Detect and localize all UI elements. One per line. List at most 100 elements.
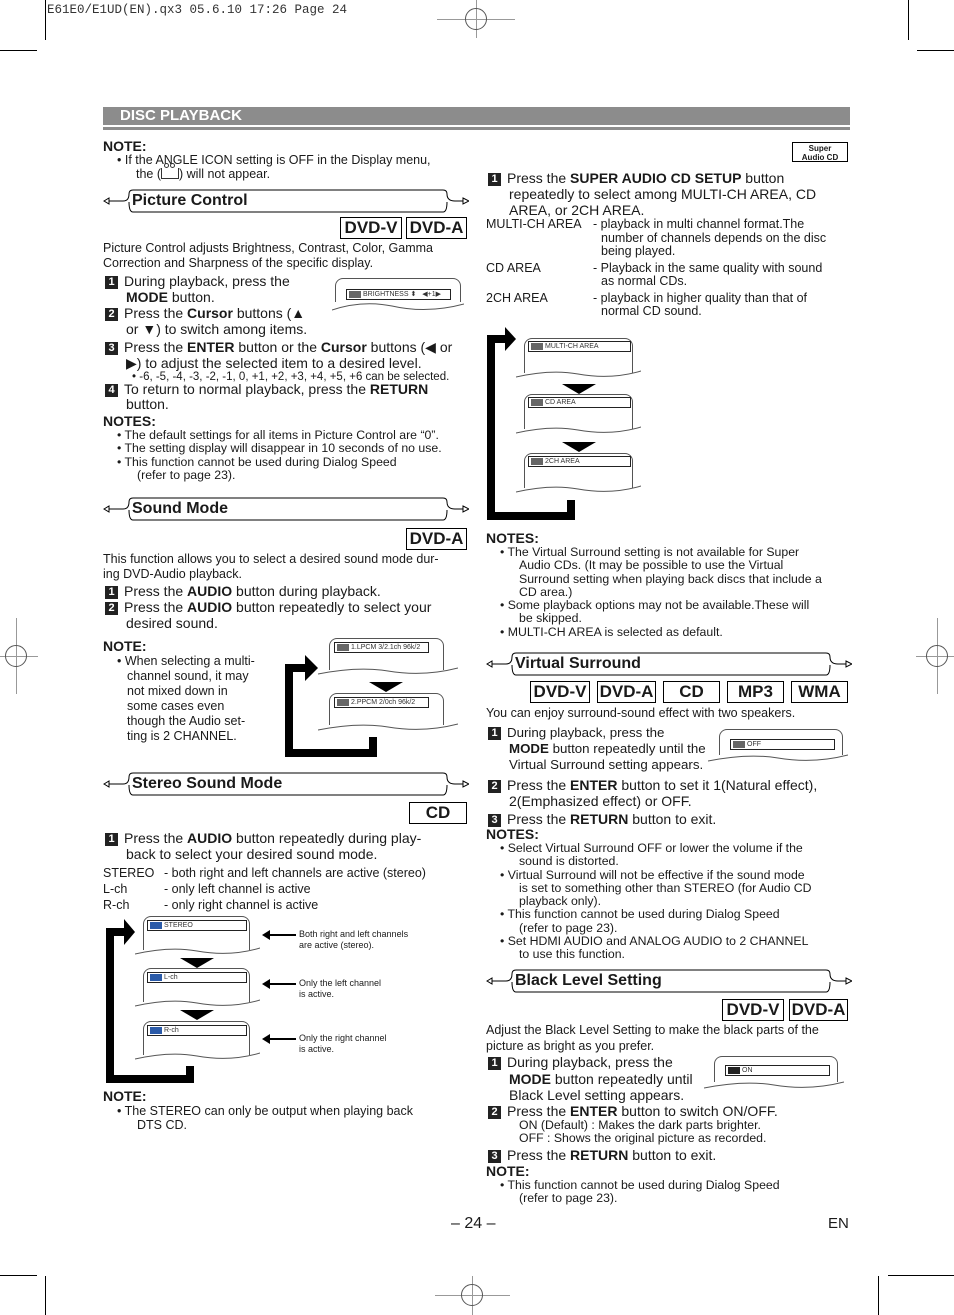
bl-step-1: 1 During playback, press the MODE button … xyxy=(488,1054,718,1104)
vs-notes: NOTES: Select Virtual Surround OFF or lo… xyxy=(486,826,856,962)
sacd-step-1: 1 Press the SUPER AUDIO CD SETUP button r… xyxy=(488,170,858,218)
sacd-icon xyxy=(531,399,543,406)
step-number: 2 xyxy=(105,602,118,615)
note-line: If the ANGLE ICON setting is OFF in the … xyxy=(103,153,473,167)
section-title-sound-mode: Sound Mode xyxy=(103,497,469,521)
section-band: DISC PLAYBACK xyxy=(103,107,850,125)
sacd-icon xyxy=(531,458,543,465)
badge-super-audio-cd: Super Audio CD xyxy=(792,142,848,162)
screen-wave xyxy=(332,303,464,311)
section-title-stereo-sound-mode: Stereo Sound Mode xyxy=(103,772,469,796)
print-header: E61E0/E1UD(EN).qx3 05.6.10 17:26 Page 24 xyxy=(47,3,348,17)
badge-dvd-a: DVD-A xyxy=(406,528,467,550)
flow-down-arrow xyxy=(180,958,214,968)
audio-icon xyxy=(337,699,349,706)
badge-dvd-a: DVD-A xyxy=(406,217,467,239)
black-level-intro: Adjust the Black Level Setting to make t… xyxy=(486,1023,819,1053)
stereo-mode-list: STEREO - both right and left channels are… xyxy=(103,865,473,913)
mode-row: L-ch - only left channel is active xyxy=(103,882,311,896)
step-number: 2 xyxy=(105,308,118,321)
sacd-icon xyxy=(531,343,543,350)
badge-dvd-a: DVD-A xyxy=(597,681,656,703)
sound-mode-intro: This function allows you to select a des… xyxy=(103,552,439,581)
callout-arrow xyxy=(262,1034,296,1044)
brightness-bar: BRIGHTNESS ⬍ ◀+1▶ xyxy=(346,289,451,300)
section-title: Stereo Sound Mode xyxy=(132,775,283,792)
step-number: 3 xyxy=(105,342,118,355)
note-line: the () will not appear. xyxy=(103,163,473,181)
audio-icon xyxy=(150,974,162,981)
bl-step-2: 2 Press the ENTER button to switch ON/OFF… xyxy=(488,1103,858,1146)
crop-mark xyxy=(888,1275,954,1276)
sacd-area-list: MULTI-CH AREA - playback in multi channe… xyxy=(486,217,856,319)
surround-icon xyxy=(733,741,745,748)
step-number: 1 xyxy=(488,173,501,186)
vs-step-1: 1 During playback, press the MODE button … xyxy=(488,725,718,773)
audio-icon xyxy=(150,1027,162,1034)
step-number: 1 xyxy=(488,1057,501,1070)
badge-cd: CD xyxy=(409,802,467,824)
flow-down-arrow xyxy=(180,1010,214,1020)
step-number: 1 xyxy=(105,276,118,289)
callout-arrow xyxy=(262,930,296,940)
flow-arrow xyxy=(124,919,135,945)
step-number: 1 xyxy=(488,727,501,740)
stereo-note: NOTE: The STEREO can only be output when… xyxy=(103,1088,473,1132)
badge-cd: CD xyxy=(663,681,720,703)
vs-step-2: 2 Press the ENTER button to set it 1(Natu… xyxy=(488,777,858,809)
badge-dvd-v: DVD-V xyxy=(530,681,590,703)
step-number: 4 xyxy=(105,384,118,397)
page-number: – 24 – xyxy=(451,1215,496,1232)
section-title: Black Level Setting xyxy=(515,972,662,989)
step-number: 1 xyxy=(105,586,118,599)
area-row: MULTI-CH AREA - playback in multi channe… xyxy=(486,217,827,258)
sacd-notes: NOTES: The Virtual Surround setting is n… xyxy=(486,530,856,639)
language-code: EN xyxy=(828,1215,849,1232)
crop-mark xyxy=(0,50,37,51)
section-title-black-level: Black Level Setting xyxy=(486,969,852,993)
crop-mark xyxy=(908,0,909,40)
callout-lch: Only the left channel is active. xyxy=(299,978,382,999)
area-row: CD AREA - Playback in the same quality w… xyxy=(486,260,823,288)
section-band-title: DISC PLAYBACK xyxy=(120,107,242,124)
mode-row: R-ch - only right channel is active xyxy=(103,898,319,912)
badge-wma: WMA xyxy=(791,681,848,703)
callout-arrow xyxy=(262,979,296,989)
crop-mark xyxy=(917,50,954,51)
crop-mark xyxy=(45,0,46,40)
sound-step-2: 2 Press the AUDIO button repeatedly to se… xyxy=(105,599,475,631)
section-title: Sound Mode xyxy=(132,500,228,517)
badge-mp3: MP3 xyxy=(727,681,784,703)
flow-arrow xyxy=(305,655,318,681)
flow-down-arrow xyxy=(562,384,596,394)
section-title-picture-control: Picture Control xyxy=(103,189,469,213)
step-number: 2 xyxy=(488,1106,501,1119)
note-heading: NOTE: xyxy=(103,138,147,154)
flow-arrow xyxy=(505,327,516,351)
section-title: Picture Control xyxy=(132,192,248,209)
crop-mark xyxy=(45,1276,46,1315)
step-number: 1 xyxy=(105,833,118,846)
stereo-step-1: 1 Press the AUDIO button repeatedly durin… xyxy=(105,830,475,862)
bl-step-3: 3 Press the RETURN button to exit. xyxy=(488,1147,858,1163)
badge-dvd-a: DVD-A xyxy=(789,999,848,1021)
callout-stereo: Both right and left channels are active … xyxy=(299,929,409,950)
audio-icon xyxy=(150,922,162,929)
flow-down-arrow xyxy=(562,442,596,452)
step-number: 2 xyxy=(488,780,501,793)
picture-control-intro: Picture Control adjusts Brightness, Cont… xyxy=(103,241,433,270)
sound-step-1: 1 Press the AUDIO button during playback. xyxy=(105,583,475,599)
bl-note: NOTE: This function cannot be used durin… xyxy=(486,1163,856,1206)
audio-icon xyxy=(337,644,349,651)
area-row: 2CH AREA - playback in higher quality th… xyxy=(486,290,808,318)
section-title: Virtual Surround xyxy=(515,655,641,672)
flow-down-arrow xyxy=(369,682,403,692)
brightness-screen: BRIGHTNESS ⬍ ◀+1▶ xyxy=(335,278,461,302)
mode-row: STEREO - both right and left channels are… xyxy=(103,866,426,880)
virtual-surround-intro: You can enjoy surround-sound effect with… xyxy=(486,706,796,720)
section-band-underline xyxy=(103,127,850,130)
picture-control-notes: NOTES: The default settings for all item… xyxy=(103,413,473,482)
vs-step-3: 3 Press the RETURN button to exit. xyxy=(488,811,858,827)
pict-icon xyxy=(349,291,361,298)
angle-icon-note: NOTE: If the ANGLE ICON setting is OFF i… xyxy=(103,138,473,181)
